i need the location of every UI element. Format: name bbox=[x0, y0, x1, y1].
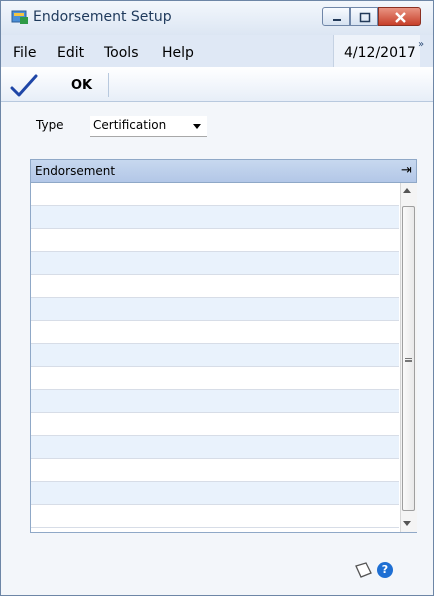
table-row[interactable] bbox=[31, 206, 399, 229]
scroll-down-icon[interactable] bbox=[403, 521, 411, 526]
table-row[interactable] bbox=[31, 275, 399, 298]
scroll-up-icon[interactable] bbox=[403, 188, 411, 193]
maximize-button[interactable] bbox=[350, 7, 378, 26]
dropdown-arrow-icon bbox=[193, 124, 201, 129]
scroll-grip-icon bbox=[405, 358, 412, 362]
toolbar: OK bbox=[1, 67, 433, 102]
type-label: Type bbox=[36, 118, 64, 132]
user-date-text: 4/12/2017 bbox=[344, 45, 416, 61]
table-row[interactable] bbox=[31, 436, 399, 459]
table-row[interactable] bbox=[31, 183, 399, 206]
table-row[interactable] bbox=[31, 482, 399, 505]
close-button[interactable] bbox=[378, 7, 421, 26]
table-row[interactable] bbox=[31, 321, 399, 344]
menu-help[interactable]: Help bbox=[162, 45, 194, 61]
minimize-icon bbox=[333, 19, 341, 21]
menu-tools[interactable]: Tools bbox=[104, 45, 139, 61]
ok-button[interactable]: OK bbox=[7, 74, 107, 98]
type-dropdown-value: Certification bbox=[93, 118, 167, 132]
grid-rows bbox=[31, 183, 399, 528]
vertical-scrollbar[interactable] bbox=[400, 183, 417, 532]
ok-label: OK bbox=[71, 78, 93, 93]
close-icon bbox=[395, 12, 406, 23]
table-row[interactable] bbox=[31, 459, 399, 482]
ok-check-icon bbox=[10, 74, 38, 97]
table-row[interactable] bbox=[31, 367, 399, 390]
type-dropdown[interactable]: Certification bbox=[90, 116, 207, 137]
note-icon[interactable] bbox=[353, 560, 373, 580]
help-icon[interactable]: ? bbox=[377, 562, 393, 578]
table-row[interactable] bbox=[31, 344, 399, 367]
grid-header: Endorsement ⇥ bbox=[31, 160, 416, 183]
table-row[interactable] bbox=[31, 229, 399, 252]
toolbar-separator bbox=[108, 73, 109, 97]
menu-edit[interactable]: Edit bbox=[57, 45, 84, 61]
endorsement-grid: Endorsement ⇥ bbox=[30, 159, 417, 533]
table-row[interactable] bbox=[31, 252, 399, 275]
status-icons: ? bbox=[353, 560, 413, 580]
table-row[interactable] bbox=[31, 298, 399, 321]
minimize-button[interactable] bbox=[322, 7, 350, 26]
menu-file[interactable]: File bbox=[13, 45, 36, 61]
expand-columns-icon[interactable]: ⇥ bbox=[398, 162, 415, 179]
scrollbar-thumb[interactable] bbox=[402, 206, 415, 511]
endorsement-setup-window: Endorsement Setup File Edit Tools Help 4… bbox=[0, 0, 434, 596]
window-title: Endorsement Setup bbox=[33, 9, 172, 25]
table-row[interactable] bbox=[31, 390, 399, 413]
user-date[interactable]: 4/12/2017 bbox=[333, 35, 420, 67]
grid-column-endorsement: Endorsement bbox=[35, 164, 116, 178]
window-icon bbox=[11, 10, 28, 24]
table-row[interactable] bbox=[31, 505, 399, 528]
maximize-icon bbox=[359, 12, 371, 23]
title-bar: Endorsement Setup bbox=[1, 1, 433, 35]
table-row[interactable] bbox=[31, 413, 399, 436]
chevron-more-icon[interactable]: » bbox=[418, 39, 424, 50]
